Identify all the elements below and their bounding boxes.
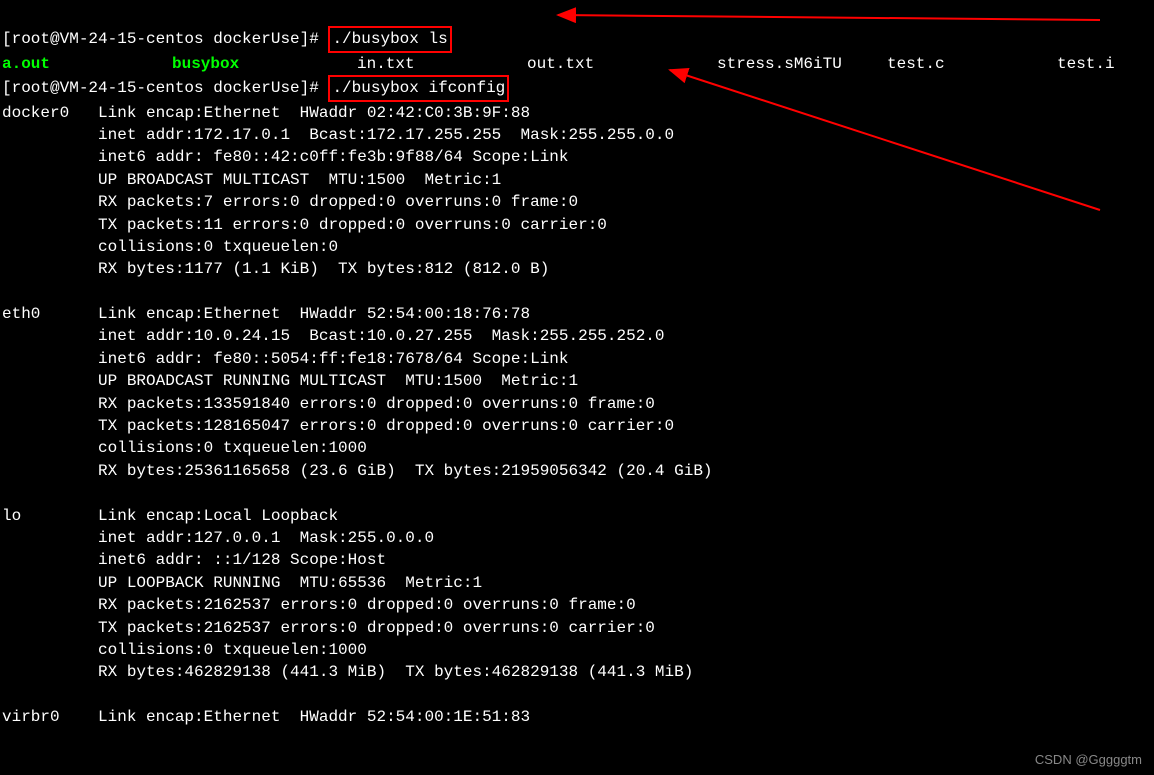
ls-file: test.c [887, 53, 1057, 75]
ls-file: in.txt [357, 53, 527, 75]
prompt-1: [root@VM-24-15-centos dockerUse]# [2, 30, 328, 48]
ifconfig-docker0: docker0 Link encap:Ethernet HWaddr 02:42… [2, 102, 1152, 281]
ifconfig-eth0: eth0 Link encap:Ethernet HWaddr 52:54:00… [2, 303, 1152, 482]
ls-file: out.txt [527, 53, 717, 75]
highlight-cmd-ls: ./busybox ls [328, 26, 451, 52]
ls-file: busybox [172, 53, 357, 75]
prompt-2: [root@VM-24-15-centos dockerUse]# [2, 79, 328, 97]
ls-output: a.outbusyboxin.txtout.txtstress.sM6iTUte… [2, 55, 1137, 73]
ls-file: stress.sM6iTU [717, 53, 887, 75]
highlight-cmd-ifconfig: ./busybox ifconfig [328, 75, 509, 101]
ifconfig-virbr0: virbr0 Link encap:Ethernet HWaddr 52:54:… [2, 706, 1152, 728]
watermark: CSDN @Gggggtm [1035, 751, 1142, 769]
ifconfig-lo: lo Link encap:Local Loopback inet addr:1… [2, 505, 1152, 684]
terminal-output: [root@VM-24-15-centos dockerUse]# ./busy… [0, 0, 1154, 755]
ls-file: a.out [2, 53, 172, 75]
ls-file: test.i [1057, 53, 1137, 75]
